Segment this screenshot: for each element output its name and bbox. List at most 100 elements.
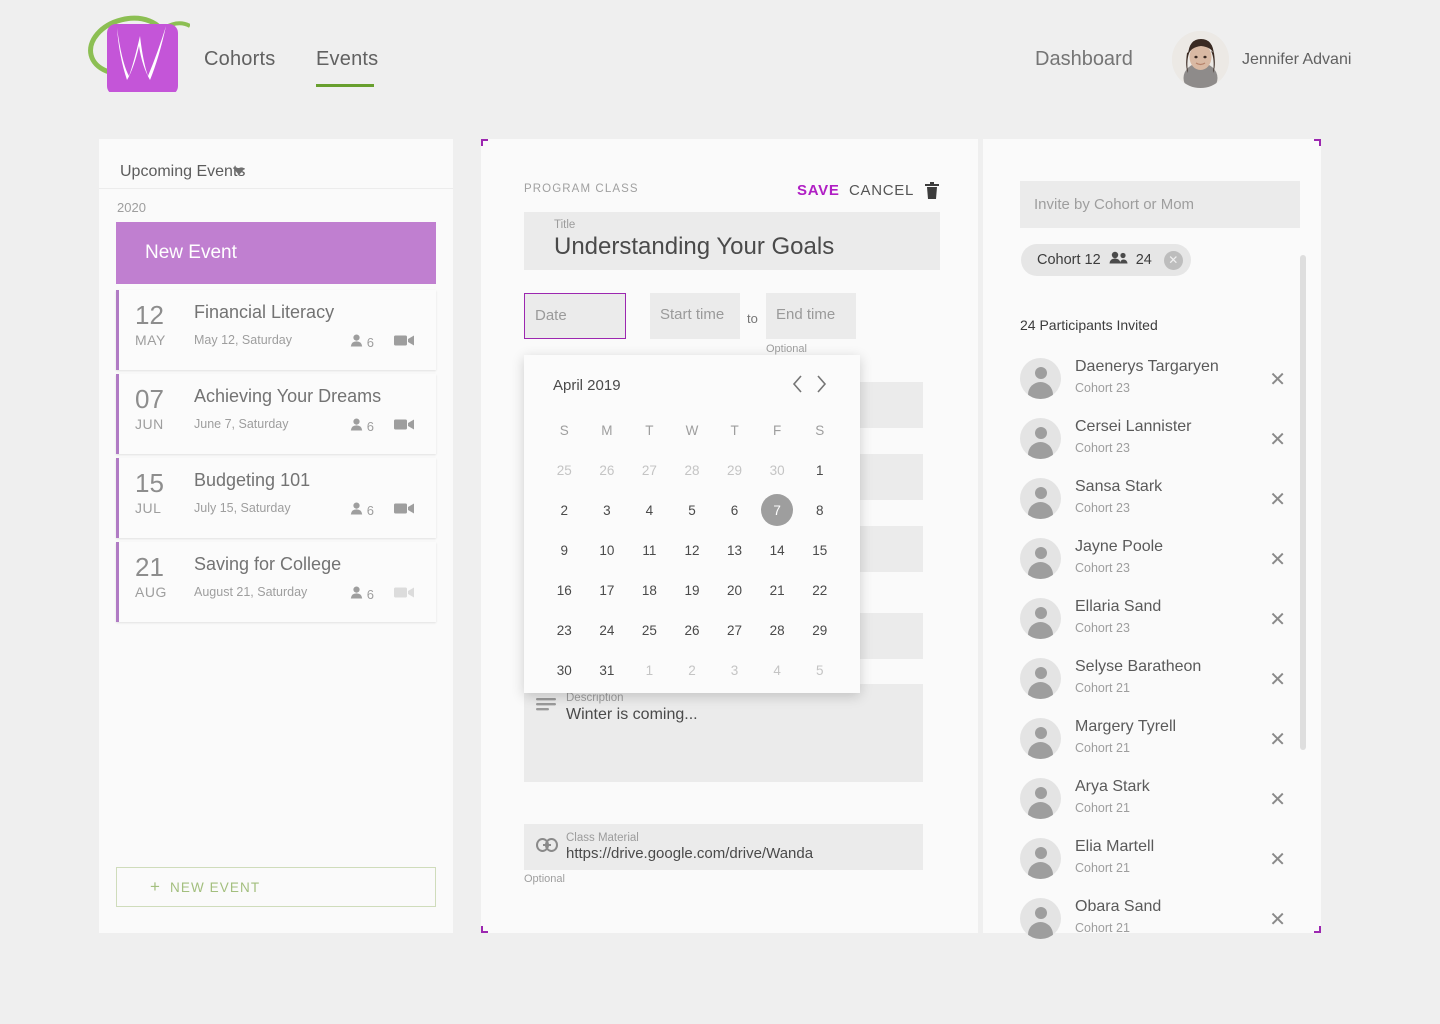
participant-row[interactable]: Cersei Lannister Cohort 23 ✕	[1020, 418, 1286, 478]
calendar-day[interactable]: 4	[756, 650, 799, 690]
video-camera-icon[interactable]	[394, 418, 414, 436]
calendar-day[interactable]: 14	[756, 530, 799, 570]
date-picker-popup[interactable]: April 2019 S M T W T F S 25 26 27 28 29 30 1 2 3 4 5 6 7 8 9 1…	[524, 355, 860, 693]
close-icon[interactable]: ✕	[1269, 370, 1286, 390]
calendar-day[interactable]: 5	[798, 650, 841, 690]
event-card[interactable]: 21 AUG Saving for College August 21, Saturd…	[116, 542, 436, 622]
end-time-input[interactable]: End time	[766, 293, 856, 339]
participant-row[interactable]: Margery Tyrell Cohort 21 ✕	[1020, 718, 1286, 778]
chevron-down-icon[interactable]	[233, 168, 245, 175]
new-event-button[interactable]: + NEW EVENT	[116, 867, 436, 907]
calendar-day[interactable]: 6	[713, 490, 756, 530]
calendar-day[interactable]: 24	[586, 610, 629, 650]
calendar-dow-6: S	[815, 422, 825, 438]
calendar-day[interactable]: 26	[671, 610, 714, 650]
calendar-day[interactable]: 30	[543, 650, 586, 690]
close-icon[interactable]: ✕	[1269, 610, 1286, 630]
new-event-selected-banner[interactable]: New Event	[116, 222, 436, 284]
calendar-day[interactable]: 9	[543, 530, 586, 570]
calendar-day[interactable]: 4	[628, 490, 671, 530]
calendar-day[interactable]: 30	[756, 450, 799, 490]
participants-count-label: 24 Participants Invited	[1020, 317, 1158, 333]
calendar-day[interactable]: 10	[586, 530, 629, 570]
cohort-chip-name: Cohort 12	[1037, 252, 1101, 268]
nav-tab-events[interactable]: Events	[316, 48, 378, 71]
participant-row[interactable]: Daenerys Targaryen Cohort 23 ✕	[1020, 358, 1286, 418]
calendar-day[interactable]: 1	[798, 450, 841, 490]
participant-row[interactable]: Jayne Poole Cohort 23 ✕	[1020, 538, 1286, 598]
calendar-day[interactable]: 25	[543, 450, 586, 490]
close-icon[interactable]: ✕	[1269, 910, 1286, 930]
calendar-day[interactable]: 26	[586, 450, 629, 490]
calendar-day[interactable]: 21	[756, 570, 799, 610]
calendar-day[interactable]: 15	[798, 530, 841, 570]
close-icon[interactable]: ✕	[1269, 790, 1286, 810]
close-icon[interactable]: ✕	[1269, 490, 1286, 510]
upcoming-events-filter-label[interactable]: Upcoming Events	[120, 163, 245, 181]
save-button[interactable]: SAVE	[797, 182, 840, 199]
calendar-day[interactable]: 31	[586, 650, 629, 690]
close-icon[interactable]: ✕	[1269, 850, 1286, 870]
event-date: August 21, Saturday	[194, 585, 308, 599]
calendar-day[interactable]: 23	[543, 610, 586, 650]
close-circle-icon[interactable]: ✕	[1163, 250, 1183, 270]
calendar-day[interactable]: 5	[671, 490, 714, 530]
participant-row[interactable]: Selyse Baratheon Cohort 21 ✕	[1020, 658, 1286, 718]
cohort-chip[interactable]: Cohort 12 24 ✕	[1021, 244, 1191, 276]
chevron-right-icon[interactable]	[816, 375, 827, 398]
date-input[interactable]: Date	[524, 293, 626, 339]
calendar-day[interactable]: 3	[586, 490, 629, 530]
calendar-day[interactable]: 27	[628, 450, 671, 490]
calendar-day[interactable]: 19	[671, 570, 714, 610]
participant-name: Ellaria Sand	[1075, 598, 1162, 615]
participants-scrollbar[interactable]	[1300, 255, 1306, 750]
calendar-day-selected[interactable]: 7	[756, 490, 799, 530]
cancel-button[interactable]: CANCEL	[849, 182, 914, 199]
close-icon[interactable]: ✕	[1269, 670, 1286, 690]
calendar-day[interactable]: 22	[798, 570, 841, 610]
calendar-day[interactable]: 2	[671, 650, 714, 690]
calendar-day[interactable]: 29	[713, 450, 756, 490]
calendar-day[interactable]: 28	[756, 610, 799, 650]
dashboard-link[interactable]: Dashboard	[1035, 48, 1133, 71]
event-attendee-count: 6	[366, 334, 374, 350]
calendar-day[interactable]: 8	[798, 490, 841, 530]
event-card[interactable]: 12 MAY Financial Literacy May 12, Saturday 6	[116, 290, 436, 370]
participant-row[interactable]: Ellaria Sand Cohort 23 ✕	[1020, 598, 1286, 658]
video-camera-icon[interactable]	[394, 586, 414, 604]
calendar-day[interactable]: 18	[628, 570, 671, 610]
calendar-day[interactable]: 29	[798, 610, 841, 650]
title-field[interactable]: Title Understanding Your Goals	[524, 212, 940, 270]
calendar-day[interactable]: 27	[713, 610, 756, 650]
trash-icon[interactable]	[925, 182, 939, 204]
nav-tab-cohorts[interactable]: Cohorts	[204, 48, 275, 71]
calendar-day[interactable]: 3	[713, 650, 756, 690]
event-card[interactable]: 07 JUN Achieving Your Dreams June 7, Saturd…	[116, 374, 436, 454]
video-camera-icon[interactable]	[394, 502, 414, 520]
invite-input[interactable]: Invite by Cohort or Mom	[1020, 181, 1300, 228]
calendar-day[interactable]: 2	[543, 490, 586, 530]
event-card[interactable]: 15 JUL Budgeting 101 July 15, Saturday 6	[116, 458, 436, 538]
close-icon[interactable]: ✕	[1269, 430, 1286, 450]
avatar[interactable]	[1172, 31, 1229, 88]
calendar-day[interactable]: 17	[586, 570, 629, 610]
start-time-input[interactable]: Start time	[650, 293, 740, 339]
video-camera-icon[interactable]	[394, 334, 414, 352]
participant-cohort: Cohort 23	[1075, 501, 1130, 515]
participant-row[interactable]: Obara Sand Cohort 21 ✕	[1020, 898, 1286, 958]
calendar-day[interactable]: 12	[671, 530, 714, 570]
chevron-left-icon[interactable]	[792, 375, 803, 398]
participant-row[interactable]: Elia Martell Cohort 21 ✕	[1020, 838, 1286, 898]
calendar-day[interactable]: 25	[628, 610, 671, 650]
calendar-day[interactable]: 16	[543, 570, 586, 610]
calendar-day[interactable]: 20	[713, 570, 756, 610]
close-icon[interactable]: ✕	[1269, 730, 1286, 750]
close-icon[interactable]: ✕	[1269, 550, 1286, 570]
participant-row[interactable]: Sansa Stark Cohort 23 ✕	[1020, 478, 1286, 538]
participant-row[interactable]: Arya Stark Cohort 21 ✕	[1020, 778, 1286, 838]
wanda-logo[interactable]	[86, 12, 191, 95]
calendar-day[interactable]: 28	[671, 450, 714, 490]
calendar-day[interactable]: 1	[628, 650, 671, 690]
calendar-day[interactable]: 11	[628, 530, 671, 570]
calendar-day[interactable]: 13	[713, 530, 756, 570]
